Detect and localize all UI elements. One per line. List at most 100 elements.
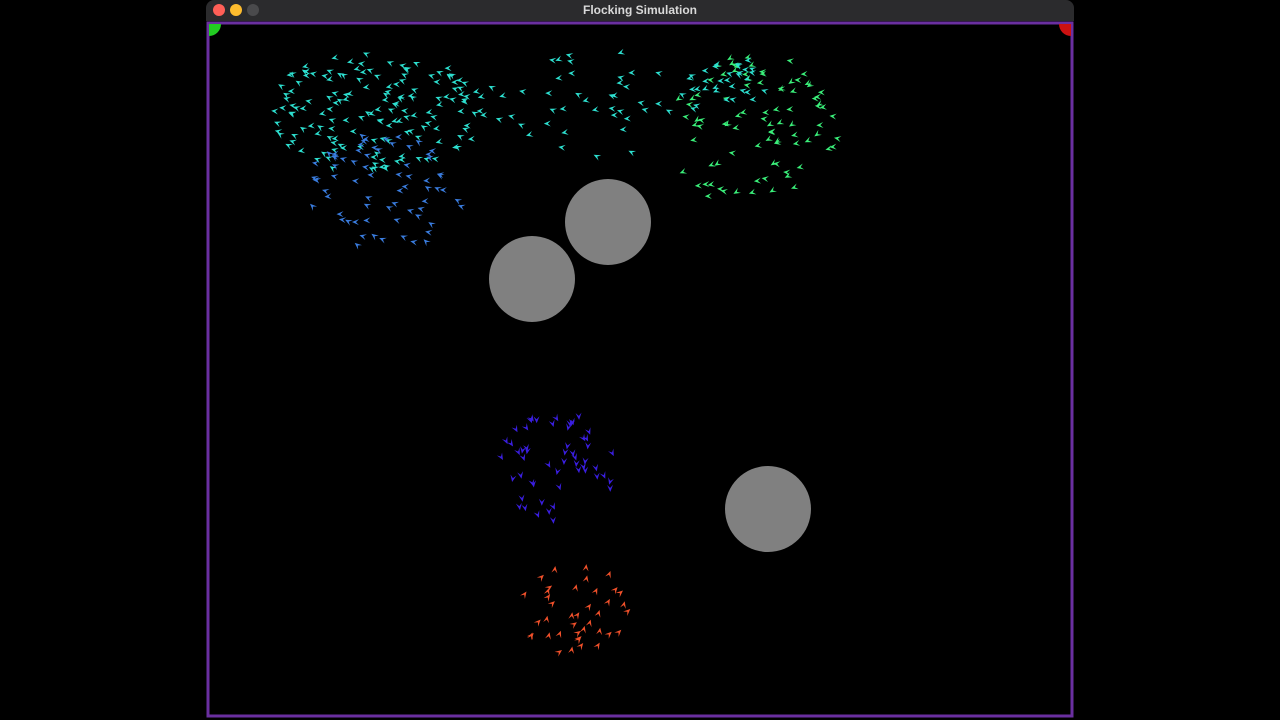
boid-arrow-icon xyxy=(403,162,411,169)
boid-arrow-icon xyxy=(458,204,466,211)
boid-arrow-icon xyxy=(573,459,580,468)
boid-arrow-icon xyxy=(608,448,614,457)
boid-arrow-icon xyxy=(619,126,627,133)
boid-arrow-icon xyxy=(555,467,562,475)
boid-arrow-icon xyxy=(778,84,786,91)
boid-arrow-icon xyxy=(421,197,429,204)
boid-arrow-icon xyxy=(515,502,522,511)
boid-arrow-icon xyxy=(533,619,541,627)
boid-arrow-icon xyxy=(571,584,578,592)
boid-arrow-icon xyxy=(729,97,737,104)
boid-arrow-icon xyxy=(342,95,350,102)
boid-arrow-icon xyxy=(332,99,340,106)
boid-arrow-icon xyxy=(317,125,325,132)
boid-arrow-icon xyxy=(328,118,337,125)
boid-arrow-icon xyxy=(717,77,725,84)
boid-arrow-icon xyxy=(433,79,441,86)
boid-arrow-icon xyxy=(565,53,574,60)
boid-arrow-icon xyxy=(393,81,401,88)
boid-arrow-icon xyxy=(339,157,348,163)
boid-arrow-icon xyxy=(794,77,802,84)
boid-arrow-icon xyxy=(582,96,591,103)
boid-arrow-icon xyxy=(519,453,526,461)
boid-arrow-icon xyxy=(545,507,552,515)
boid-arrow-icon xyxy=(517,471,524,479)
boid-arrow-icon xyxy=(435,96,444,103)
boid-arrow-icon xyxy=(720,70,728,77)
boid-arrow-icon xyxy=(410,239,418,246)
boid-arrow-icon xyxy=(555,482,562,491)
boid-arrow-icon xyxy=(322,189,330,195)
boid-arrow-icon xyxy=(544,460,551,468)
boid-arrow-icon xyxy=(330,174,339,181)
boid-arrow-icon xyxy=(403,115,411,121)
boid-arrow-icon xyxy=(762,109,770,116)
boid-arrow-icon xyxy=(279,105,287,112)
boid-arrow-icon xyxy=(544,585,553,593)
boid-arrow-icon xyxy=(365,196,373,202)
boid-arrow-icon xyxy=(430,114,438,121)
boid-arrow-icon xyxy=(291,134,299,140)
boid-arrow-icon xyxy=(400,235,409,242)
boid-arrow-icon xyxy=(617,48,626,55)
boid-arrow-icon xyxy=(744,89,752,96)
boid-arrow-icon xyxy=(300,126,308,134)
boid-arrow-icon xyxy=(623,115,631,122)
boid-arrow-icon xyxy=(454,198,463,205)
boid-arrow-icon xyxy=(321,73,329,80)
boid-arrow-icon xyxy=(554,650,562,657)
boid-arrow-icon xyxy=(814,129,822,137)
boid-arrow-icon xyxy=(754,142,763,148)
boid-arrow-icon xyxy=(347,58,355,65)
boid-arrow-icon xyxy=(617,109,625,116)
boid-arrow-icon xyxy=(526,131,534,137)
boid-arrow-icon xyxy=(331,148,339,154)
boid-arrow-icon xyxy=(702,181,710,188)
boid-arrow-icon xyxy=(748,188,757,195)
boid-arrow-icon xyxy=(572,612,580,620)
boid-arrow-icon xyxy=(358,115,366,122)
simulation-canvas[interactable] xyxy=(206,21,1074,720)
boid-arrow-icon xyxy=(574,636,581,645)
boid-arrow-icon xyxy=(599,471,606,479)
boid-arrow-icon xyxy=(665,109,674,116)
boid-arrow-icon xyxy=(702,84,710,91)
boid-arrow-icon xyxy=(295,80,304,87)
obstacle-circle xyxy=(725,466,811,552)
boid-arrow-icon xyxy=(518,123,526,130)
boid-arrow-icon xyxy=(511,424,518,433)
boid-arrow-icon xyxy=(761,88,769,95)
boid-arrow-icon xyxy=(561,457,568,465)
boid-arrow-icon xyxy=(379,237,387,244)
boid-arrow-icon xyxy=(615,590,623,598)
boid-arrow-icon xyxy=(410,111,418,118)
boid-arrow-icon xyxy=(436,101,444,108)
boid-arrow-icon xyxy=(817,89,825,96)
boid-arrow-icon xyxy=(444,65,452,72)
boid-arrow-icon xyxy=(565,441,572,450)
boid-arrow-icon xyxy=(593,154,602,161)
boid-arrow-icon xyxy=(319,109,327,116)
boid-arrow-icon xyxy=(424,186,433,193)
canvas-border xyxy=(206,21,1074,718)
boid-arrow-icon xyxy=(567,59,575,66)
boid-arrow-icon xyxy=(425,229,433,236)
boid-arrow-icon xyxy=(401,183,409,190)
boid-arrow-icon xyxy=(739,88,748,95)
simulation-svg xyxy=(206,21,1074,718)
boid-arrow-icon xyxy=(549,516,556,524)
boid-arrow-icon xyxy=(278,84,286,91)
boid-arrow-icon xyxy=(510,474,517,482)
boid-arrow-icon xyxy=(336,211,344,218)
obstacle-circle xyxy=(565,179,651,265)
boid-arrow-icon xyxy=(579,625,586,634)
boid-arrow-icon xyxy=(338,217,347,224)
boid-arrow-icon xyxy=(326,69,335,76)
boid-arrow-icon xyxy=(548,419,555,427)
title-bar[interactable]: Flocking Simulation xyxy=(206,0,1074,21)
boid-arrow-icon xyxy=(549,108,558,115)
boid-arrow-icon xyxy=(496,452,503,460)
boid-arrow-icon xyxy=(274,121,282,128)
boid-arrow-icon xyxy=(378,163,386,170)
boid-arrow-icon xyxy=(593,642,600,651)
